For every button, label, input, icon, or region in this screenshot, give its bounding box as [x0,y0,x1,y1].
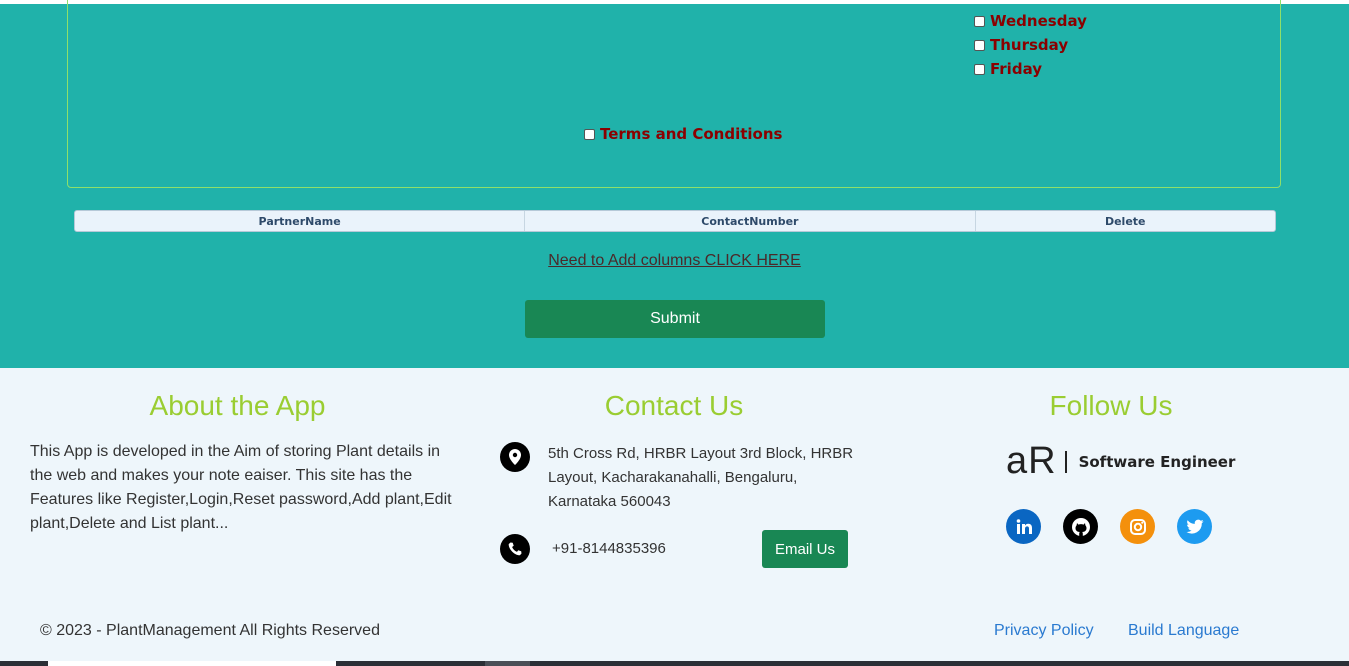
column-header-delete[interactable]: Delete [976,211,1276,231]
privacy-policy-link[interactable]: Privacy Policy [994,622,1094,640]
column-header-contactnumber[interactable]: ContactNumber [525,211,976,231]
terms-checkbox[interactable]: Terms and Conditions [584,125,782,143]
brand-title: Software Engineer [1078,452,1236,471]
day-label: Wednesday [990,12,1087,30]
linkedin-icon[interactable] [1006,509,1041,544]
build-language-link[interactable]: Build Language [1128,622,1239,640]
day-checkbox-thursday[interactable]: Thursday [974,36,1068,54]
taskbar-segment [485,661,530,666]
add-columns-link[interactable]: Need to Add columns CLICK HERE [0,252,1349,270]
checkbox[interactable] [974,15,985,27]
checkbox[interactable] [974,63,985,75]
phone-icon [500,534,530,564]
about-title: About the App [149,390,326,421]
day-checkbox-friday[interactable]: Friday [974,60,1042,78]
follow-title: Follow Us [1049,390,1173,421]
submit-button[interactable]: Submit [525,300,825,338]
form-fieldset [67,0,1281,188]
day-label: Friday [990,60,1043,78]
brand: aR Software Engineer [1006,440,1235,483]
day-label: Thursday [990,36,1069,54]
footer: About the App This App is developed in t… [0,368,1349,666]
github-icon[interactable] [1063,509,1098,544]
checkbox[interactable] [584,128,595,140]
column-header-partnername[interactable]: PartnerName [75,211,526,231]
brand-logo: aR [1006,440,1057,482]
contact-phone: +91-8144835396 [552,540,666,557]
about-text: This App is developed in the Aim of stor… [30,443,452,532]
instagram-icon[interactable] [1120,509,1155,544]
email-us-button[interactable]: Email Us [762,530,848,568]
day-checkbox-wednesday[interactable]: Wednesday [974,12,1087,30]
brand-divider [1064,450,1067,473]
contact-title: Contact Us [604,390,744,421]
contact-address: 5th Cross Rd, HRBR Layout 3rd Block, HRB… [548,445,854,510]
taskbar-strip [0,661,1349,666]
checkbox[interactable] [974,39,985,51]
location-pin-icon [500,442,530,472]
taskbar-segment [48,661,336,666]
partner-grid-header: PartnerName ContactNumber Delete [74,210,1276,232]
copyright-text: © 2023 - PlantManagement All Rights Rese… [40,622,380,639]
terms-label: Terms and Conditions [600,125,783,143]
twitter-icon[interactable] [1177,509,1212,544]
form-section: Wednesday Thursday Friday Terms and Cond… [0,0,1349,368]
